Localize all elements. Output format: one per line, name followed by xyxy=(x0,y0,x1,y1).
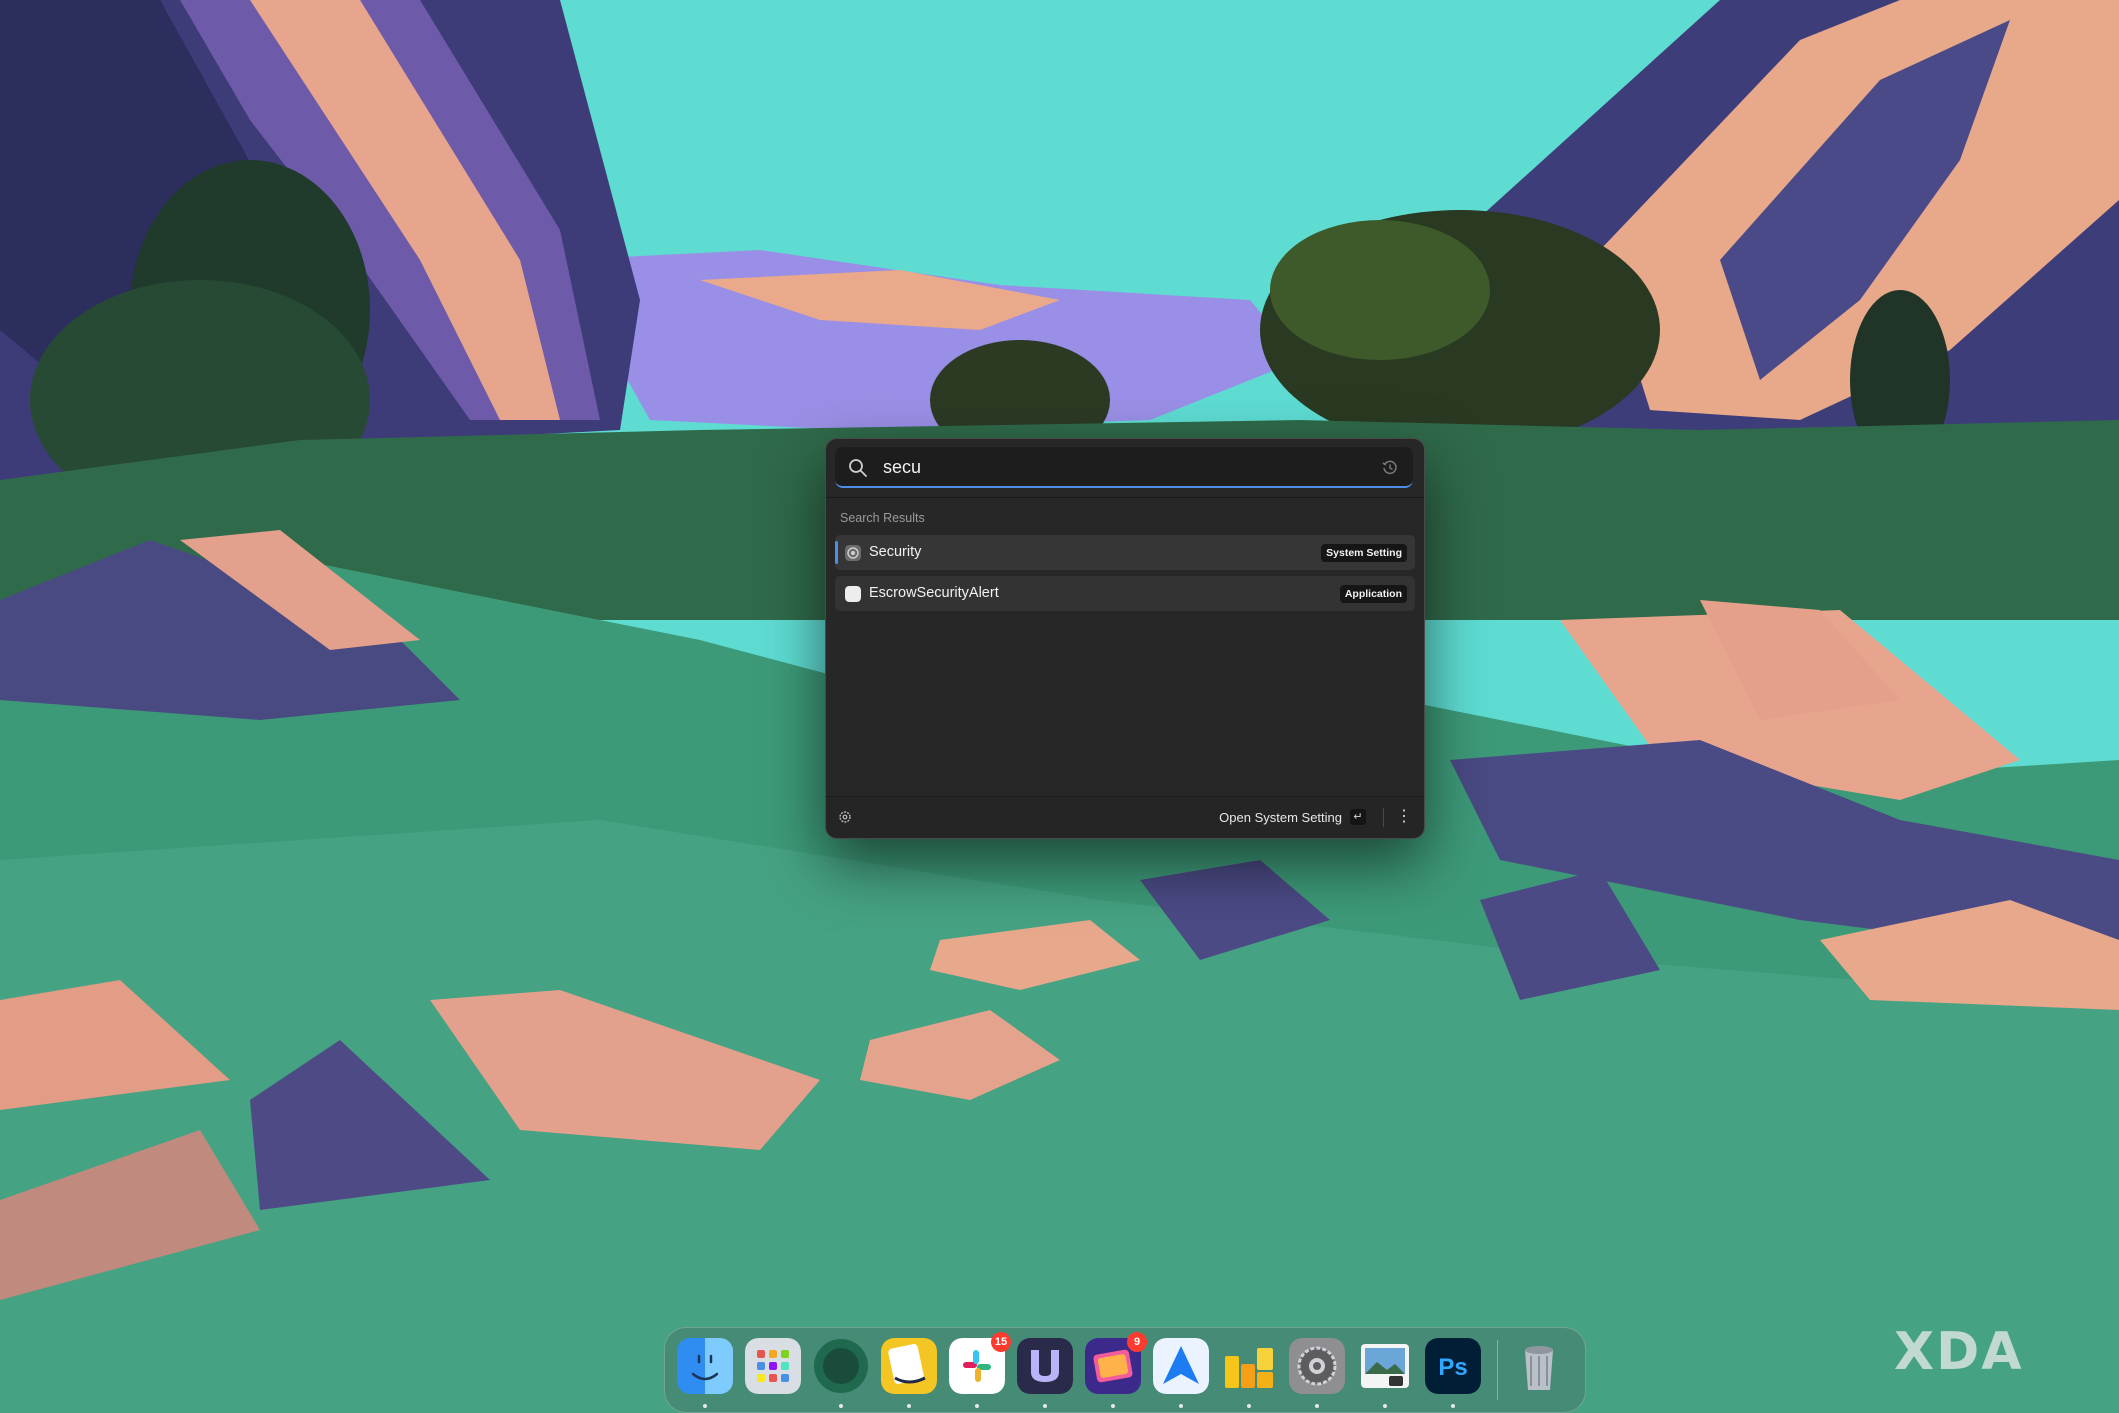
result-item-security[interactable]: Security System Setting xyxy=(835,535,1415,570)
result-type-badge: Application xyxy=(1339,585,1407,603)
search-bar[interactable] xyxy=(835,447,1413,488)
result-label: Security xyxy=(869,544,922,560)
running-indicator xyxy=(1247,1404,1251,1408)
running-indicator xyxy=(1315,1404,1319,1408)
running-indicator xyxy=(703,1404,707,1408)
running-indicator xyxy=(1043,1404,1047,1408)
running-indicator xyxy=(1179,1404,1183,1408)
vectorize-icon xyxy=(1017,1338,1073,1394)
artstudio-icon xyxy=(1225,1348,1273,1388)
notification-badge: 15 xyxy=(991,1332,1011,1352)
dock-separator xyxy=(1497,1340,1498,1400)
dock-item-trash[interactable] xyxy=(1511,1338,1567,1394)
enter-key-icon: ↵ xyxy=(1350,809,1366,825)
selection-indicator xyxy=(835,541,838,564)
more-actions-icon[interactable]: ⋮ xyxy=(1396,805,1412,829)
section-label: Search Results xyxy=(840,511,925,525)
dock-item-notchmeister[interactable]: 9 xyxy=(1085,1332,1147,1408)
running-indicator xyxy=(839,1404,843,1408)
dock-item-launchpad[interactable] xyxy=(745,1338,801,1394)
dock-item-readkit[interactable] xyxy=(881,1338,937,1408)
dock-item-vectorize[interactable] xyxy=(1017,1338,1073,1408)
raycast-launcher: Search Results Security System Setting E… xyxy=(825,438,1425,839)
primary-action-button[interactable]: Open System Setting xyxy=(1219,810,1342,825)
running-indicator xyxy=(1111,1404,1115,1408)
readkit-icon xyxy=(881,1338,937,1394)
history-icon[interactable] xyxy=(1381,459,1399,477)
search-icon xyxy=(849,459,867,477)
gear-icon xyxy=(845,545,861,561)
preview-icon xyxy=(1361,1344,1409,1388)
trash-icon xyxy=(1525,1346,1553,1390)
app-icon xyxy=(845,586,861,602)
settings-gear-icon[interactable] xyxy=(838,810,852,824)
spark-mail-icon xyxy=(1153,1338,1209,1394)
xda-watermark: XDA xyxy=(1894,1322,2024,1382)
launcher-footer: Open System Setting ↵ ⋮ xyxy=(826,796,1424,838)
photoshop-icon: Ps xyxy=(1425,1338,1481,1394)
finder-icon xyxy=(677,1338,733,1394)
dock-item-artstudio[interactable] xyxy=(1221,1338,1277,1408)
dock-item-preview[interactable] xyxy=(1357,1338,1413,1408)
result-item-escrowsecurityalert[interactable]: EscrowSecurityAlert Application xyxy=(835,576,1415,611)
result-type-badge: System Setting xyxy=(1321,544,1407,562)
system-settings-icon xyxy=(1289,1338,1345,1394)
running-indicator xyxy=(907,1404,911,1408)
dock-item-finder[interactable] xyxy=(677,1338,733,1408)
running-indicator xyxy=(1451,1404,1455,1408)
svg-text:Ps: Ps xyxy=(1438,1354,1467,1381)
dock-item-slack[interactable]: 15 xyxy=(949,1332,1011,1408)
footer-divider xyxy=(1383,808,1384,827)
running-indicator xyxy=(975,1404,979,1408)
dock-item-spark[interactable] xyxy=(1153,1338,1209,1408)
dock-item-system-settings[interactable] xyxy=(1289,1338,1345,1408)
launchpad-icon xyxy=(745,1338,801,1394)
arc-browser-icon xyxy=(814,1339,868,1393)
notification-badge: 9 xyxy=(1127,1332,1147,1352)
result-label: EscrowSecurityAlert xyxy=(869,585,999,601)
running-indicator xyxy=(1383,1404,1387,1408)
dock: 15 9 Ps xyxy=(664,1327,1586,1413)
divider xyxy=(826,497,1424,498)
search-input[interactable] xyxy=(883,453,1353,481)
dock-item-photoshop[interactable]: Ps xyxy=(1425,1338,1481,1408)
dock-item-arc[interactable] xyxy=(813,1338,869,1408)
